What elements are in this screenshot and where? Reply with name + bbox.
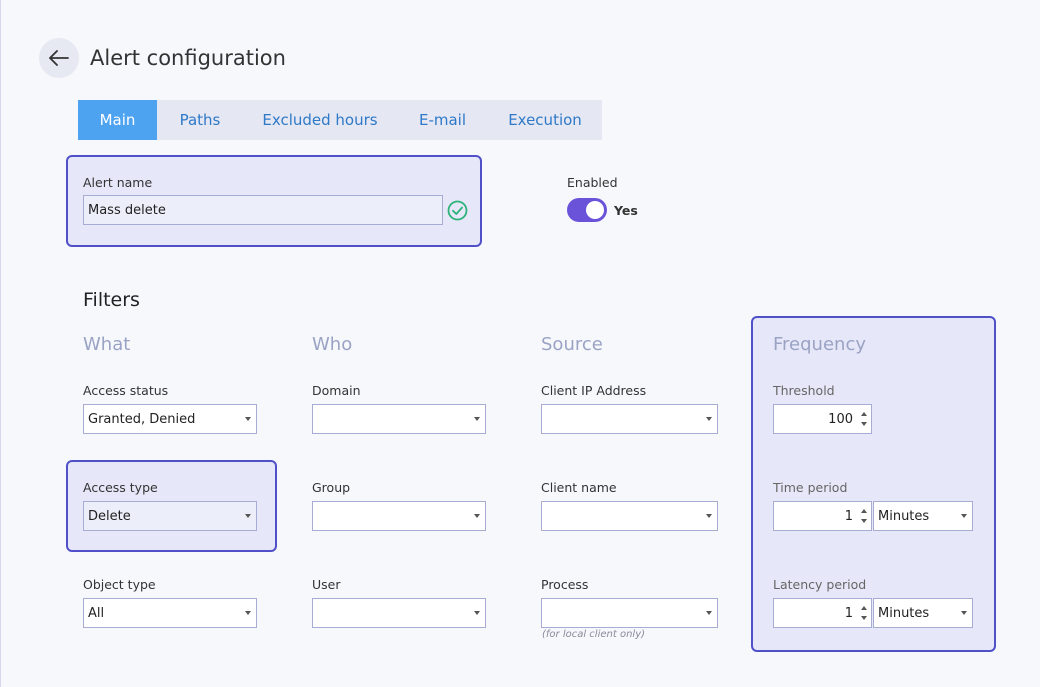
latency-period-spinner[interactable]: 1 xyxy=(773,598,872,628)
tab-main[interactable]: Main xyxy=(78,100,157,140)
arrow-left-icon xyxy=(49,50,69,66)
client-ip-select[interactable] xyxy=(541,404,718,434)
client-name-label: Client name xyxy=(541,480,617,495)
who-heading: Who xyxy=(312,334,353,355)
what-heading: What xyxy=(83,334,131,355)
time-period-unit-select[interactable]: Minutes xyxy=(873,501,973,531)
time-period-label: Time period xyxy=(773,480,848,495)
alert-name-input[interactable] xyxy=(83,195,443,225)
client-name-select[interactable] xyxy=(541,501,718,531)
access-status-label: Access status xyxy=(83,383,169,398)
user-label: User xyxy=(312,577,341,592)
back-button[interactable] xyxy=(39,38,79,78)
tab-excluded-hours[interactable]: Excluded hours xyxy=(243,100,397,140)
access-type-value: Delete xyxy=(88,508,131,524)
alert-name-label: Alert name xyxy=(83,175,153,190)
client-ip-label: Client IP Address xyxy=(541,383,647,398)
access-status-select[interactable]: Granted, Denied xyxy=(83,404,257,434)
process-label: Process xyxy=(541,577,589,592)
chevron-down-icon xyxy=(474,514,480,518)
threshold-label: Threshold xyxy=(773,383,835,398)
time-period-value: 1 xyxy=(844,508,853,524)
spin-up-icon[interactable] xyxy=(861,606,867,610)
process-select[interactable] xyxy=(541,598,718,628)
threshold-value: 100 xyxy=(828,411,853,427)
time-period-spinner[interactable]: 1 xyxy=(773,501,872,531)
page-title: Alert configuration xyxy=(90,46,286,70)
user-select[interactable] xyxy=(312,598,486,628)
source-heading: Source xyxy=(541,334,603,355)
enabled-label: Enabled xyxy=(567,175,618,190)
threshold-spinner[interactable]: 100 xyxy=(773,404,872,434)
object-type-select[interactable]: All xyxy=(83,598,257,628)
spin-up-icon[interactable] xyxy=(861,509,867,513)
process-hint: (for local client only) xyxy=(542,629,646,640)
group-select[interactable] xyxy=(312,501,486,531)
access-status-value: Granted, Denied xyxy=(88,411,196,427)
enabled-state: Yes xyxy=(614,203,638,218)
check-circle-icon xyxy=(447,200,468,221)
spin-up-icon[interactable] xyxy=(861,412,867,416)
filters-title: Filters xyxy=(83,289,140,311)
time-period-unit: Minutes xyxy=(878,508,930,524)
object-type-label: Object type xyxy=(83,577,156,592)
access-type-label: Access type xyxy=(83,480,158,495)
spin-down-icon[interactable] xyxy=(861,616,867,620)
tab-execution[interactable]: Execution xyxy=(488,100,602,140)
chevron-down-icon xyxy=(245,514,251,518)
latency-period-unit: Minutes xyxy=(878,605,930,621)
latency-period-unit-select[interactable]: Minutes xyxy=(873,598,973,628)
tab-bar: Main Paths Excluded hours E-mail Executi… xyxy=(78,100,602,140)
chevron-down-icon xyxy=(245,417,251,421)
toggle-knob xyxy=(586,201,604,219)
tab-email[interactable]: E-mail xyxy=(397,100,488,140)
spin-down-icon[interactable] xyxy=(861,422,867,426)
tab-paths[interactable]: Paths xyxy=(157,100,243,140)
chevron-down-icon xyxy=(706,417,712,421)
spin-down-icon[interactable] xyxy=(861,519,867,523)
chevron-down-icon xyxy=(245,611,251,615)
chevron-down-icon xyxy=(961,514,967,518)
latency-period-value: 1 xyxy=(844,605,853,621)
chevron-down-icon xyxy=(474,611,480,615)
chevron-down-icon xyxy=(706,514,712,518)
object-type-value: All xyxy=(88,605,105,621)
chevron-down-icon xyxy=(961,611,967,615)
chevron-down-icon xyxy=(706,611,712,615)
latency-period-label: Latency period xyxy=(773,577,867,592)
group-label: Group xyxy=(312,480,351,495)
access-type-select[interactable]: Delete xyxy=(83,501,257,531)
domain-select[interactable] xyxy=(312,404,486,434)
chevron-down-icon xyxy=(474,417,480,421)
domain-label: Domain xyxy=(312,383,361,398)
enabled-toggle[interactable] xyxy=(567,198,607,222)
frequency-heading: Frequency xyxy=(773,334,866,355)
